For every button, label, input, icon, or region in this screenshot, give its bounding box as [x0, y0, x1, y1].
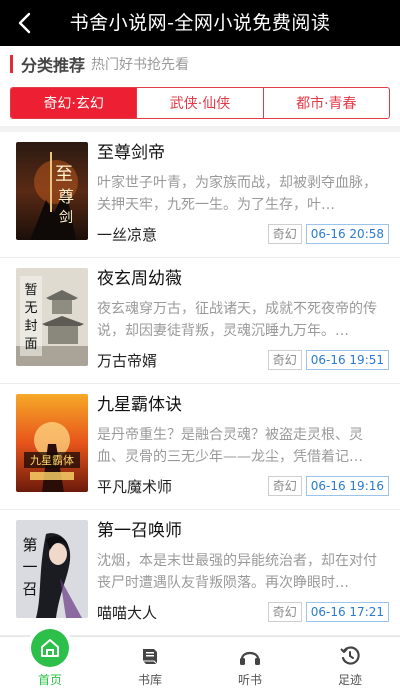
- tab-urban[interactable]: 都市·青春: [264, 88, 389, 118]
- category-tabs: 奇幻·玄幻 武侠·仙侠 都市·青春: [10, 87, 390, 119]
- section-accent-bar: [10, 55, 13, 73]
- book-title[interactable]: 至尊剑帝: [97, 140, 389, 166]
- book-cover-image: 九星霸体: [16, 394, 88, 492]
- tabbar-label: 听书: [237, 673, 262, 687]
- book-description: 夜玄魂穿万古，征战诸天，成就不死夜帝的传说，却因妻徒背叛，灵魂沉睡九万年。…: [97, 301, 377, 339]
- book-title[interactable]: 夜玄周幼薇: [97, 266, 389, 292]
- book-author: 喵喵大人: [97, 603, 158, 622]
- book-icon: [139, 643, 161, 669]
- tabbar-home[interactable]: 首页: [0, 629, 100, 692]
- tab-fantasy[interactable]: 奇幻·玄幻: [11, 88, 138, 118]
- category-badge: 奇幻: [267, 602, 302, 622]
- book-item[interactable]: 至 尊 剑 至尊剑帝 叶家世子叶青，为家族而战，却被剥夺血脉，关押天牢，九死一生…: [0, 132, 400, 258]
- svg-text:九星霸体: 九星霸体: [30, 453, 74, 467]
- svg-text:封: 封: [24, 319, 37, 334]
- tabbar-label: 首页: [37, 673, 62, 687]
- svg-text:尊: 尊: [58, 187, 74, 206]
- tab-wuxia[interactable]: 武侠·仙侠: [137, 88, 264, 118]
- svg-text:一: 一: [22, 558, 37, 576]
- tabbar-library[interactable]: 书库: [100, 637, 200, 692]
- svg-text:面: 面: [24, 337, 37, 352]
- book-cover[interactable]: 暂 无 封 面: [16, 268, 88, 366]
- section-header: 分类推荐 热门好书抢先看: [10, 54, 190, 75]
- section-subtitle: 热门好书抢先看: [91, 57, 190, 73]
- category-badge: 奇幻: [267, 476, 302, 496]
- tabbar-label: 足迹: [337, 673, 362, 687]
- update-time-badge: 06-16 20:58: [305, 224, 389, 244]
- book-cover[interactable]: 第 一 召: [16, 520, 88, 618]
- book-author: 平凡魔术师: [97, 477, 173, 496]
- svg-text:至: 至: [55, 164, 73, 185]
- book-title[interactable]: 第一召唤师: [97, 518, 389, 544]
- book-item[interactable]: 九星霸体 九星霸体诀 是丹帝重生？是融合灵魂？被盗走灵根、灵血、灵骨的三无少年—…: [0, 384, 400, 510]
- book-item[interactable]: 第 一 召 第一召唤师 沈烟，本是末世最强的异能统治者，却在对付丧尸时遭遇队友背…: [0, 510, 400, 636]
- svg-text:无: 无: [24, 301, 37, 316]
- svg-text:剑: 剑: [59, 210, 73, 226]
- category-badge: 奇幻: [267, 350, 302, 370]
- headphones-icon: [238, 643, 262, 669]
- tabbar-audiobook[interactable]: 听书: [200, 637, 300, 692]
- book-title[interactable]: 九星霸体诀: [97, 392, 389, 418]
- book-description: 是丹帝重生？是融合灵魂？被盗走灵根、灵血、灵骨的三无少年——龙尘，凭借着记…: [97, 427, 363, 465]
- book-cover-image: 至 尊 剑: [16, 142, 88, 240]
- svg-text:召: 召: [22, 580, 37, 598]
- bottom-tab-bar: 首页 书库 听书 足迹: [0, 629, 400, 692]
- top-bar: 书舍小说网-全网小说免费阅读: [0, 0, 400, 46]
- update-time-badge: 06-16 17:21: [305, 602, 389, 622]
- book-cover-image: 第 一 召: [16, 520, 88, 618]
- book-description: 沈烟，本是末世最强的异能统治者，却在对付丧尸时遭遇队友背叛陨落。再次睁眼时…: [97, 553, 377, 591]
- category-badge: 奇幻: [267, 224, 302, 244]
- book-description: 叶家世子叶青，为家族而战，却被剥夺血脉，关押天牢，九死一生。为了生存，叶…: [97, 175, 377, 213]
- svg-text:第: 第: [22, 536, 37, 554]
- book-item[interactable]: 暂 无 封 面 夜玄周幼薇 夜玄魂穿万古，征战诸天，成就不死夜帝的传说，却因妻徒…: [0, 258, 400, 384]
- book-cover[interactable]: 至 尊 剑: [16, 142, 88, 240]
- section-title: 分类推荐: [21, 56, 86, 75]
- book-author: 万古帝婿: [97, 351, 158, 370]
- page-title: 书舍小说网-全网小说免费阅读: [69, 12, 331, 34]
- tabbar-label: 书库: [137, 673, 162, 687]
- svg-text:暂: 暂: [24, 283, 37, 298]
- book-cover[interactable]: 九星霸体: [16, 394, 88, 492]
- history-icon: [339, 643, 361, 669]
- update-time-badge: 06-16 19:16: [305, 476, 389, 496]
- tabbar-history[interactable]: 足迹: [300, 637, 400, 692]
- book-cover-image: 暂 无 封 面: [16, 268, 88, 366]
- book-author: 一丝凉意: [97, 225, 158, 244]
- home-icon: [31, 629, 69, 667]
- update-time-badge: 06-16 19:51: [305, 350, 389, 370]
